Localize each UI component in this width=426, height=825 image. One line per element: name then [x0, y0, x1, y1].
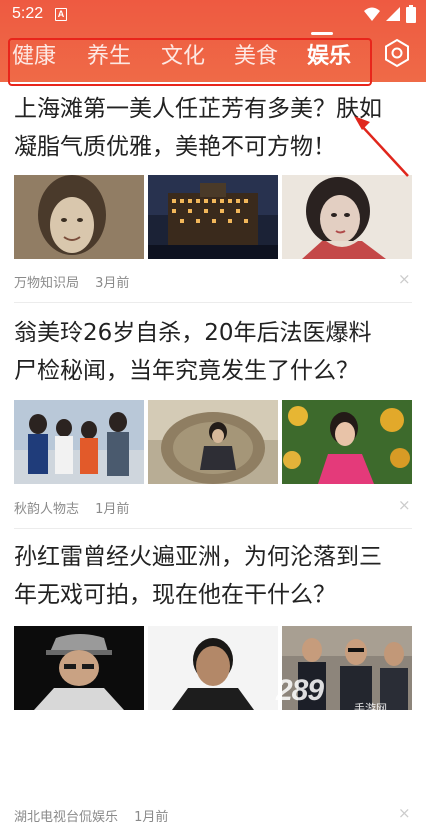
group-photo [14, 400, 144, 484]
article-thumbnails [14, 175, 412, 259]
article-title-line: 尸检秘闻，当年究竟发生了什么？ [14, 358, 359, 384]
status-bar: 5:22 A [0, 0, 426, 30]
article-meta: 湖北电视台侃娱乐 1月前 [14, 806, 168, 825]
article-source: 秋韵人物志 [14, 502, 80, 517]
status-time: 5:22 [12, 5, 44, 22]
settings-icon[interactable] [382, 38, 412, 68]
dismiss-icon[interactable]: × [398, 496, 411, 514]
watermark-logo: 289 手游网 [268, 670, 408, 722]
article-title-line: 孙红雷曾经火遍亚洲，为何沦落到三 [14, 544, 382, 570]
article-meta: 秋韵人物志 1月前 [14, 498, 129, 517]
watermark-subtext: 手游网 [354, 702, 387, 715]
active-tab-indicator [311, 32, 333, 35]
man-hat-photo [14, 626, 144, 710]
article-title[interactable]: 翁美玲26岁自杀，20年后法医爆料 尸检秘闻，当年究竟发生了什么？ [14, 314, 414, 390]
notification-icon: A [55, 8, 67, 21]
article-time: 1月前 [95, 502, 130, 517]
article-meta: 万物知识局 3月前 [14, 272, 129, 291]
battery-icon [406, 5, 416, 23]
actor-portrait-photo [148, 626, 278, 710]
article-title-line: 翁美玲26岁自杀，20年后法医爆料 [14, 320, 372, 346]
article-title-line: 上海滩第一美人任芷芳有多美？肤如 [14, 96, 382, 122]
woman-chair-photo [148, 400, 278, 484]
article-time: 3月前 [95, 276, 130, 291]
annotation-highlight-box [8, 38, 372, 86]
article-time: 1月前 [134, 810, 169, 825]
divider [14, 302, 412, 303]
article-source: 万物知识局 [14, 276, 80, 291]
article-thumbnails [14, 400, 412, 484]
article-title[interactable]: 上海滩第一美人任芷芳有多美？肤如 凝脂气质优雅，美艳不可方物！ [14, 90, 414, 166]
article-title-line: 凝脂气质优雅，美艳不可方物！ [14, 134, 336, 160]
wifi-icon [364, 7, 380, 21]
article-source: 湖北电视台侃娱乐 [14, 810, 119, 825]
woman-flowers-photo [282, 400, 412, 484]
dismiss-icon[interactable]: × [398, 804, 411, 822]
hotel-night-photo [148, 175, 278, 259]
portrait-photo-1 [14, 175, 144, 259]
article-title[interactable]: 孙红雷曾经火遍亚洲，为何沦落到三 年无戏可拍，现在他在干什么？ [14, 538, 414, 614]
signal-icon [386, 7, 400, 21]
watermark-text: 289 [276, 674, 324, 707]
article-title-line: 年无戏可拍，现在他在干什么？ [14, 582, 336, 608]
divider [14, 528, 412, 529]
dismiss-icon[interactable]: × [398, 270, 411, 288]
portrait-photo-2 [282, 175, 412, 259]
